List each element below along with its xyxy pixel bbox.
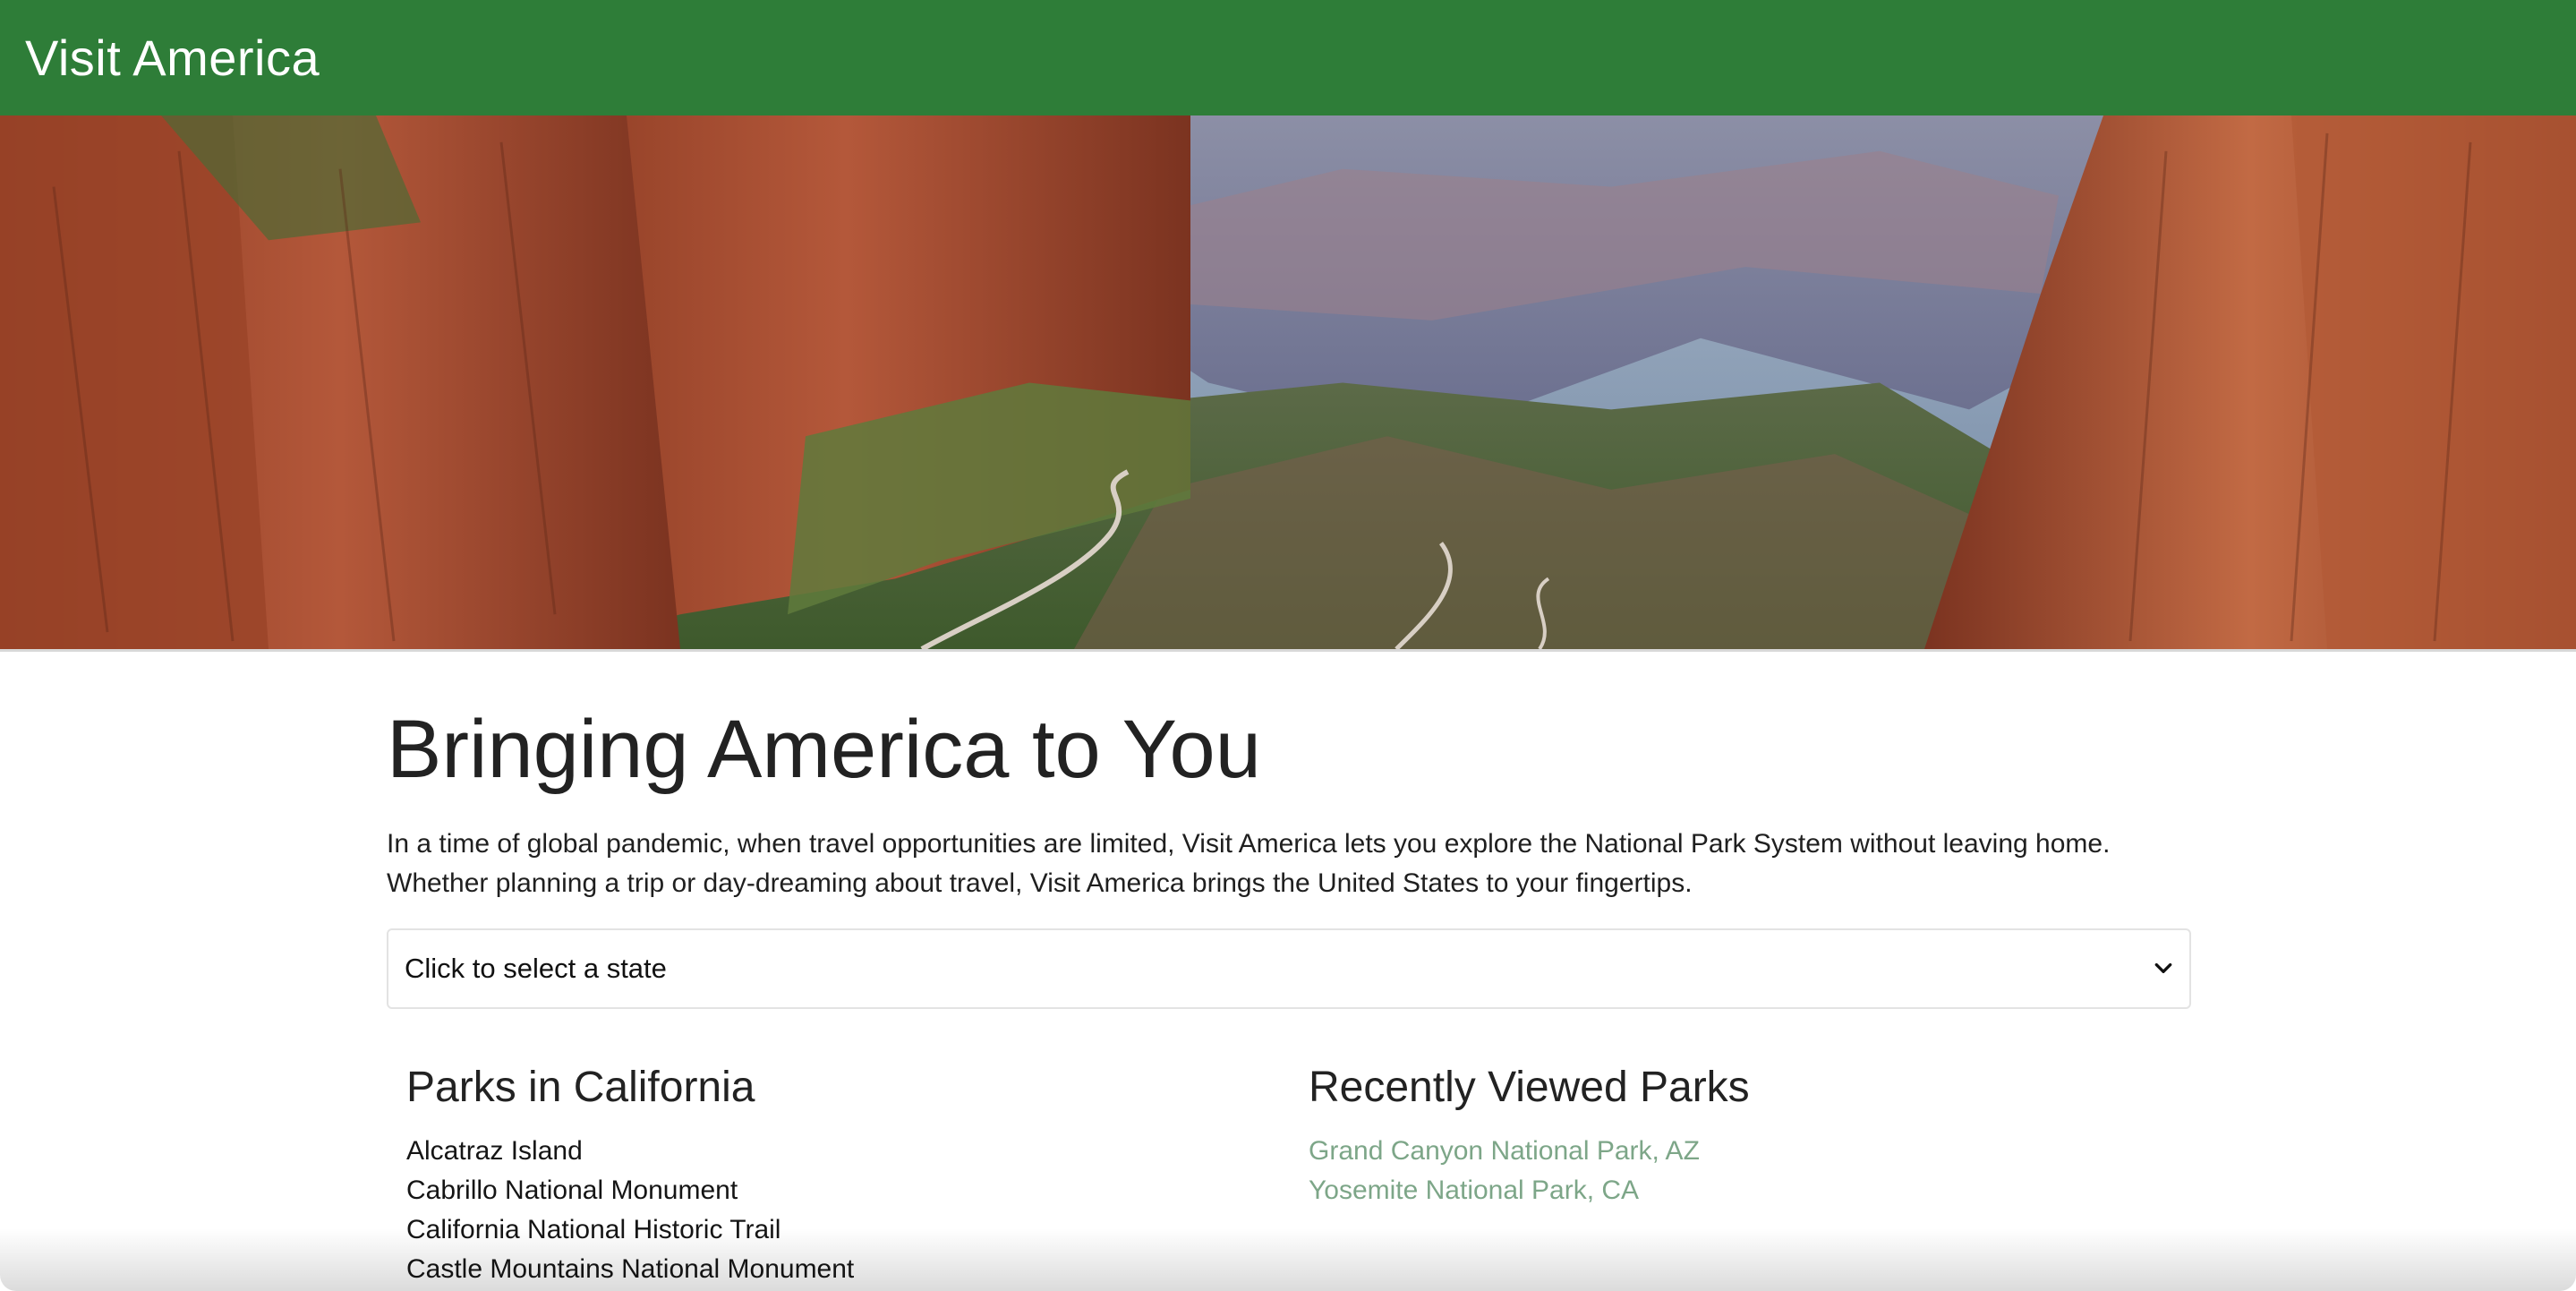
parks-in-state-section: Parks in California Alcatraz Island Cabr… [406,1064,1309,1289]
recently-viewed-section: Recently Viewed Parks Grand Canyon Natio… [1309,1064,2191,1289]
recent-park-link[interactable]: Grand Canyon National Park, AZ [1309,1136,1700,1166]
park-item[interactable]: Alcatraz Island [406,1132,1309,1171]
parks-columns: Parks in California Alcatraz Island Cabr… [387,1064,2191,1289]
state-select-value: Click to select a state [405,952,667,984]
recent-list: Grand Canyon National Park, AZ Yosemite … [1309,1132,2191,1210]
state-select[interactable]: Click to select a state [387,928,2191,1009]
recent-section-title: Recently Viewed Parks [1309,1063,1750,1111]
page-title: Bringing America to You [387,704,1261,795]
browser-page: Visit America Bringing America to You In… [0,0,2576,1291]
park-item[interactable]: Cabrillo National Monument [406,1171,1309,1210]
navbar: Visit America [0,0,2576,115]
park-item[interactable]: California National Historic Trail [406,1210,1309,1250]
hero-image [0,115,2576,652]
chevron-down-icon [2154,962,2172,973]
main-content: Bringing America to You In a time of glo… [387,654,2191,1289]
parks-section-title: Parks in California [406,1063,755,1111]
intro-paragraph: In a time of global pandemic, when trave… [387,828,2111,898]
recent-park-link[interactable]: Yosemite National Park, CA [1309,1176,1639,1205]
brand-link[interactable]: Visit America [25,29,320,87]
park-item[interactable]: Castle Mountains National Monument [406,1250,1309,1289]
recent-list-item: Grand Canyon National Park, AZ [1309,1132,2191,1171]
canyon-illustration [0,115,2576,649]
park-list: Alcatraz Island Cabrillo National Monume… [406,1132,1309,1289]
recent-list-item: Yosemite National Park, CA [1309,1171,2191,1210]
